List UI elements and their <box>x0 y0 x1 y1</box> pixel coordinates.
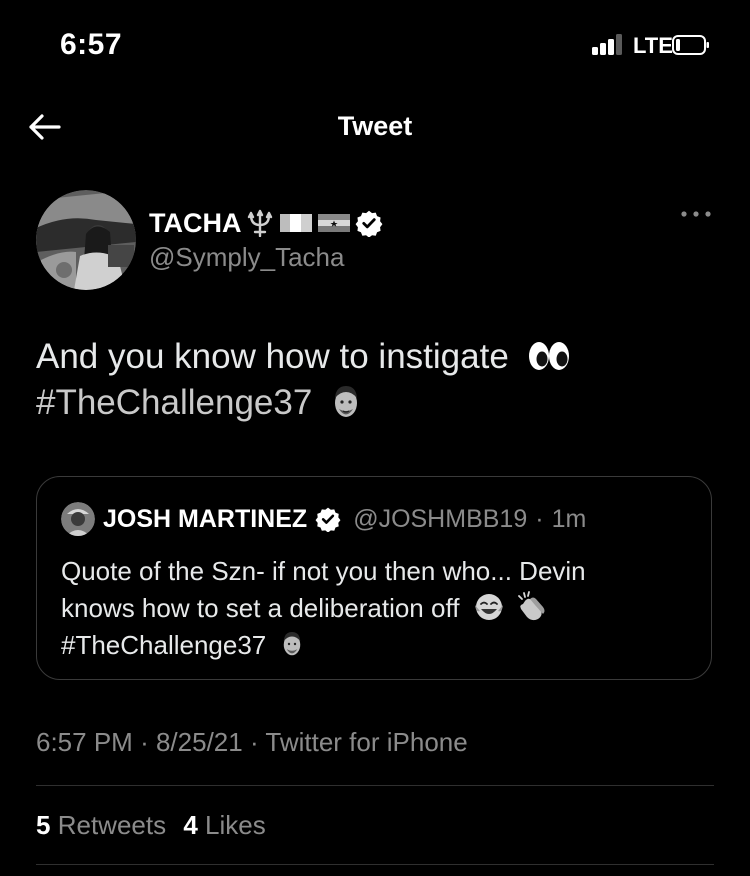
top-nav-bar: Tweet <box>0 95 750 161</box>
author-name-row: TACHA <box>149 206 383 240</box>
more-horizontal-icon[interactable] <box>676 204 716 224</box>
face-with-tears-of-joy-emoji-icon <box>474 594 503 621</box>
tweet-body: And you know how to instigate <box>36 337 509 376</box>
quoted-author-avatar <box>61 502 95 536</box>
likes-count: 4 <box>183 810 198 840</box>
tweet-time: 6:57 PM <box>36 727 133 757</box>
tweet-text-line-1: And you know how to instigate <box>36 334 716 380</box>
author-avatar[interactable] <box>36 190 136 290</box>
man-face-emoji-icon <box>335 385 358 417</box>
likes-stat[interactable]: 4 Likes <box>183 810 265 840</box>
battery-icon <box>672 35 709 55</box>
tweet-date: 8/25/21 <box>155 727 243 757</box>
retweets-count: 5 <box>36 810 51 840</box>
tweet-text-line-2: #TheChallenge37 <box>36 380 716 426</box>
status-time: 6:57 <box>60 28 123 61</box>
quoted-line-3: #TheChallenge37 <box>61 627 681 664</box>
tweet-author: TACHA @Symply_Tacha <box>36 190 716 290</box>
retweets-stat[interactable]: 5 Retweets <box>36 810 173 840</box>
quoted-line-2-text: knows how to set a deliberation off <box>61 593 460 623</box>
author-name[interactable]: TACHA <box>149 208 241 239</box>
verified-badge-icon <box>356 210 383 237</box>
divider-top <box>36 785 714 786</box>
tweet-text: And you know how to instigate #TheChalle… <box>36 334 716 426</box>
quoted-tweet-text: Quote of the Szn- if not you then who...… <box>61 553 681 664</box>
tweet-stats: 5 Retweets 4 Likes <box>36 810 266 841</box>
page-title: Tweet <box>337 111 413 141</box>
author-handle[interactable]: @Symply_Tacha <box>149 242 344 273</box>
quoted-separator: · <box>535 504 544 533</box>
tweet-metadata: 6:57 PM · 8/25/21 · Twitter for iPhone <box>36 727 468 758</box>
quoted-verified-badge-icon <box>315 507 341 532</box>
quoted-author-name: JOSH MARTINEZ <box>103 504 308 533</box>
status-bar: 6:57 LTE <box>0 0 750 90</box>
ireland-flag-icon <box>280 214 313 232</box>
ghana-flag-icon <box>318 214 351 232</box>
quoted-tweet-header: JOSH MARTINEZ @JOSHMBB19 · 1m <box>61 501 586 537</box>
meta-separator-2: · <box>249 727 259 757</box>
retweets-label: Retweets <box>57 810 167 840</box>
quoted-line-2: knows how to set a deliberation off <box>61 590 681 627</box>
likes-label: Likes <box>205 810 266 840</box>
divider-bottom <box>36 864 714 865</box>
network-type: LTE <box>633 33 673 58</box>
trident-emoji-icon <box>248 209 273 237</box>
quoted-line-1: Quote of the Szn- if not you then who...… <box>61 556 586 586</box>
quoted-hashtag-link: #TheChallenge37 <box>61 630 267 660</box>
meta-separator-1: · <box>140 727 149 757</box>
quoted-man-face-emoji-icon <box>283 632 300 656</box>
signal-strength-icon <box>592 33 628 55</box>
eyes-emoji-icon <box>528 341 569 370</box>
tweet-hashtag-link[interactable]: #TheChallenge37 <box>36 383 312 422</box>
tweet-source-link[interactable]: Twitter for iPhone <box>265 727 467 757</box>
clapping-hands-emoji-icon <box>518 591 545 621</box>
quoted-author-handle: @JOSHMBB19 <box>353 504 528 533</box>
quoted-timestamp: 1m <box>551 504 587 533</box>
quoted-tweet-card[interactable]: JOSH MARTINEZ @JOSHMBB19 · 1m Quote of t… <box>36 476 712 680</box>
